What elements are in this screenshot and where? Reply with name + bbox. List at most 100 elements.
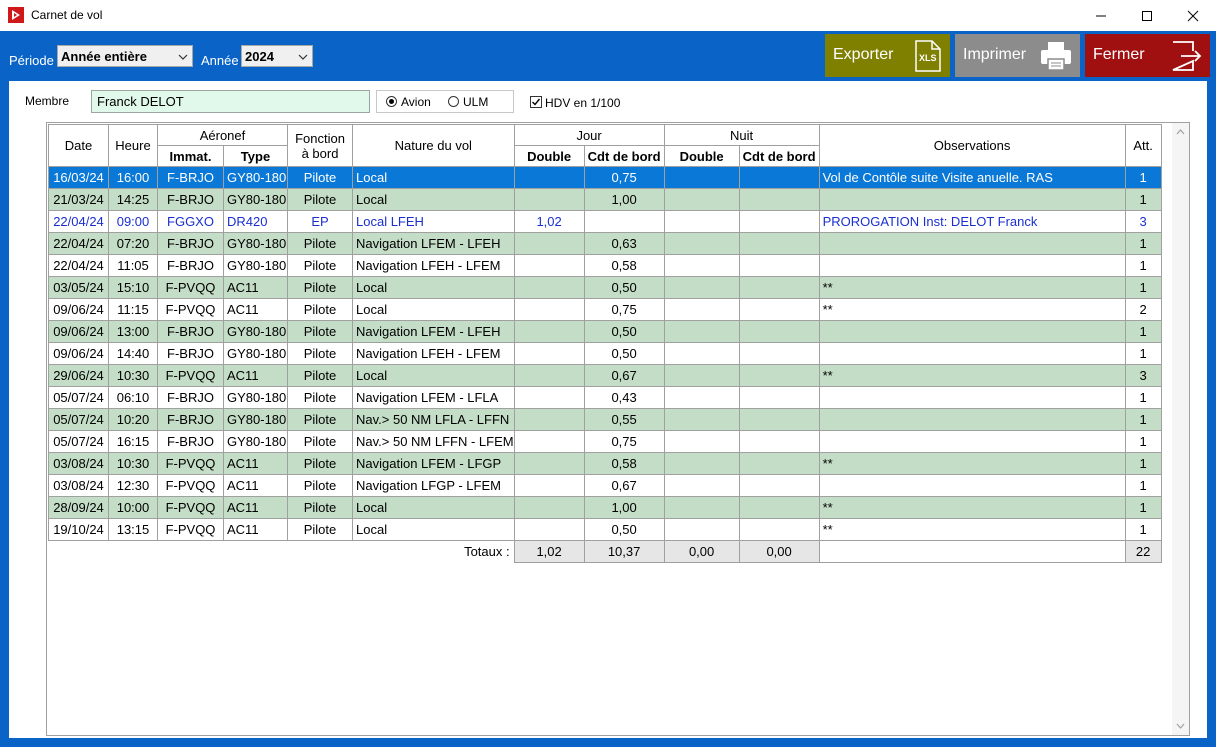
- cell-att[interactable]: 1: [1124, 430, 1162, 453]
- cell-nuit-double[interactable]: [663, 452, 740, 475]
- export-button[interactable]: Exporter XLS: [825, 34, 950, 77]
- cell-nuit-cdt[interactable]: [738, 298, 820, 321]
- cell-fonction[interactable]: Pilote: [287, 342, 353, 365]
- cell-att[interactable]: 1: [1124, 320, 1162, 343]
- cell-heure[interactable]: 16:00: [108, 166, 158, 189]
- cell-nature[interactable]: Navigation LFGP - LFEM: [352, 474, 515, 497]
- cell-jour-cdt[interactable]: [583, 210, 665, 233]
- cell-nature[interactable]: Nav.> 50 NM LFLA - LFFN: [352, 408, 515, 431]
- cell-immat[interactable]: F-BRJO: [157, 254, 224, 277]
- cell-nature[interactable]: Nav.> 50 NM LFFN - LFEM: [352, 430, 515, 453]
- table-row[interactable]: 22/04/24 07:20 F-BRJO GY80-180 Pilote Navigat…: [48, 232, 1162, 255]
- cell-jour-double[interactable]: [513, 232, 585, 255]
- cell-nuit-double[interactable]: [663, 386, 740, 409]
- table-row[interactable]: 09/06/24 11:15 F-PVQQ AC11 Pilote Local 0,75 **…: [48, 298, 1162, 321]
- cell-type[interactable]: GY80-180: [223, 386, 288, 409]
- table-row[interactable]: 22/04/24 09:00 FGGXO DR420 EP Local LFEH 1,02 P…: [48, 210, 1162, 233]
- cell-heure[interactable]: 11:05: [108, 254, 158, 277]
- cell-type[interactable]: GY80-180: [223, 232, 288, 255]
- periode-select[interactable]: Année entière: [57, 45, 193, 67]
- table-row[interactable]: 09/06/24 13:00 F-BRJO GY80-180 Pilote Navigat…: [48, 320, 1162, 343]
- cell-heure[interactable]: 07:20: [108, 232, 158, 255]
- cell-fonction[interactable]: Pilote: [287, 232, 353, 255]
- cell-nuit-cdt[interactable]: [738, 232, 820, 255]
- cell-jour-cdt[interactable]: 0,58: [583, 452, 665, 475]
- cell-jour-cdt[interactable]: 0,50: [583, 342, 665, 365]
- cell-jour-double[interactable]: [513, 386, 585, 409]
- cell-att[interactable]: 1: [1124, 232, 1162, 255]
- cell-jour-double[interactable]: [513, 188, 585, 211]
- cell-observations[interactable]: [818, 254, 1126, 277]
- cell-att[interactable]: 1: [1124, 342, 1162, 365]
- table-row[interactable]: 19/10/24 13:15 F-PVQQ AC11 Pilote Local 0,50 **…: [48, 518, 1162, 541]
- cell-jour-cdt[interactable]: 0,55: [583, 408, 665, 431]
- cell-observations[interactable]: [818, 232, 1126, 255]
- cell-nature[interactable]: Navigation LFEM - LFLA: [352, 386, 515, 409]
- cell-nuit-cdt[interactable]: [738, 430, 820, 453]
- cell-fonction[interactable]: Pilote: [287, 364, 353, 387]
- cell-att[interactable]: 1: [1124, 386, 1162, 409]
- cell-jour-double[interactable]: [513, 298, 585, 321]
- cell-heure[interactable]: 06:10: [108, 386, 158, 409]
- cell-immat[interactable]: FGGXO: [157, 210, 224, 233]
- cell-date[interactable]: 22/04/24: [48, 232, 109, 255]
- cell-nuit-double[interactable]: [663, 364, 740, 387]
- table-row[interactable]: 05/07/24 10:20 F-BRJO GY80-180 Pilote Nav.> 5…: [48, 408, 1162, 431]
- cell-jour-cdt[interactable]: 1,00: [583, 188, 665, 211]
- cell-jour-cdt[interactable]: 0,75: [583, 166, 665, 189]
- scroll-up-icon[interactable]: [1172, 125, 1189, 139]
- cell-nuit-cdt[interactable]: [738, 386, 820, 409]
- cell-jour-cdt[interactable]: 0,50: [583, 518, 665, 541]
- cell-fonction[interactable]: Pilote: [287, 188, 353, 211]
- minimize-button[interactable]: [1078, 0, 1124, 31]
- table-row[interactable]: 03/08/24 12:30 F-PVQQ AC11 Pilote Navigation …: [48, 474, 1162, 497]
- cell-fonction[interactable]: Pilote: [287, 452, 353, 475]
- cell-heure[interactable]: 16:15: [108, 430, 158, 453]
- table-row[interactable]: 16/03/24 16:00 F-BRJO GY80-180 Pilote Local 0,…: [48, 166, 1162, 189]
- cell-heure[interactable]: 10:20: [108, 408, 158, 431]
- col-nuit-cdt[interactable]: Cdt de bord: [738, 145, 820, 167]
- table-row[interactable]: 22/04/24 11:05 F-BRJO GY80-180 Pilote Navigat…: [48, 254, 1162, 277]
- cell-nuit-cdt[interactable]: [738, 496, 820, 519]
- cell-date[interactable]: 05/07/24: [48, 430, 109, 453]
- cell-observations[interactable]: **: [818, 452, 1126, 475]
- cell-nuit-double[interactable]: [663, 320, 740, 343]
- cell-nature[interactable]: Local: [352, 496, 515, 519]
- cell-type[interactable]: GY80-180: [223, 408, 288, 431]
- cell-type[interactable]: AC11: [223, 496, 288, 519]
- cell-immat[interactable]: F-PVQQ: [157, 518, 224, 541]
- cell-date[interactable]: 21/03/24: [48, 188, 109, 211]
- cell-date[interactable]: 16/03/24: [48, 166, 109, 189]
- cell-nature[interactable]: Local: [352, 166, 515, 189]
- cell-att[interactable]: 3: [1124, 364, 1162, 387]
- cell-jour-cdt[interactable]: 0,43: [583, 386, 665, 409]
- cell-observations[interactable]: [818, 474, 1126, 497]
- cell-type[interactable]: AC11: [223, 276, 288, 299]
- cell-type[interactable]: GY80-180: [223, 254, 288, 277]
- cell-att[interactable]: 1: [1124, 276, 1162, 299]
- cell-nature[interactable]: Navigation LFEM - LFEH: [352, 232, 515, 255]
- table-row[interactable]: 05/07/24 06:10 F-BRJO GY80-180 Pilote Navigat…: [48, 386, 1162, 409]
- cell-immat[interactable]: F-PVQQ: [157, 452, 224, 475]
- cell-fonction[interactable]: Pilote: [287, 386, 353, 409]
- cell-date[interactable]: 03/05/24: [48, 276, 109, 299]
- cell-date[interactable]: 05/07/24: [48, 386, 109, 409]
- table-row[interactable]: 09/06/24 14:40 F-BRJO GY80-180 Pilote Navigat…: [48, 342, 1162, 365]
- cell-att[interactable]: 1: [1124, 254, 1162, 277]
- cell-heure[interactable]: 15:10: [108, 276, 158, 299]
- cell-immat[interactable]: F-BRJO: [157, 232, 224, 255]
- cell-fonction[interactable]: Pilote: [287, 430, 353, 453]
- cell-observations[interactable]: [818, 342, 1126, 365]
- cell-heure[interactable]: 13:15: [108, 518, 158, 541]
- table-row[interactable]: 05/07/24 16:15 F-BRJO GY80-180 Pilote Nav.> 5…: [48, 430, 1162, 453]
- ulm-radio[interactable]: [448, 96, 459, 107]
- table-row[interactable]: 03/08/24 10:30 F-PVQQ AC11 Pilote Navigation …: [48, 452, 1162, 475]
- cell-att[interactable]: 1: [1124, 188, 1162, 211]
- cell-nature[interactable]: Local: [352, 364, 515, 387]
- cell-fonction[interactable]: EP: [287, 210, 353, 233]
- cell-observations[interactable]: **: [818, 364, 1126, 387]
- cell-date[interactable]: 09/06/24: [48, 298, 109, 321]
- cell-jour-double[interactable]: [513, 496, 585, 519]
- cell-type[interactable]: DR420: [223, 210, 288, 233]
- cell-type[interactable]: AC11: [223, 298, 288, 321]
